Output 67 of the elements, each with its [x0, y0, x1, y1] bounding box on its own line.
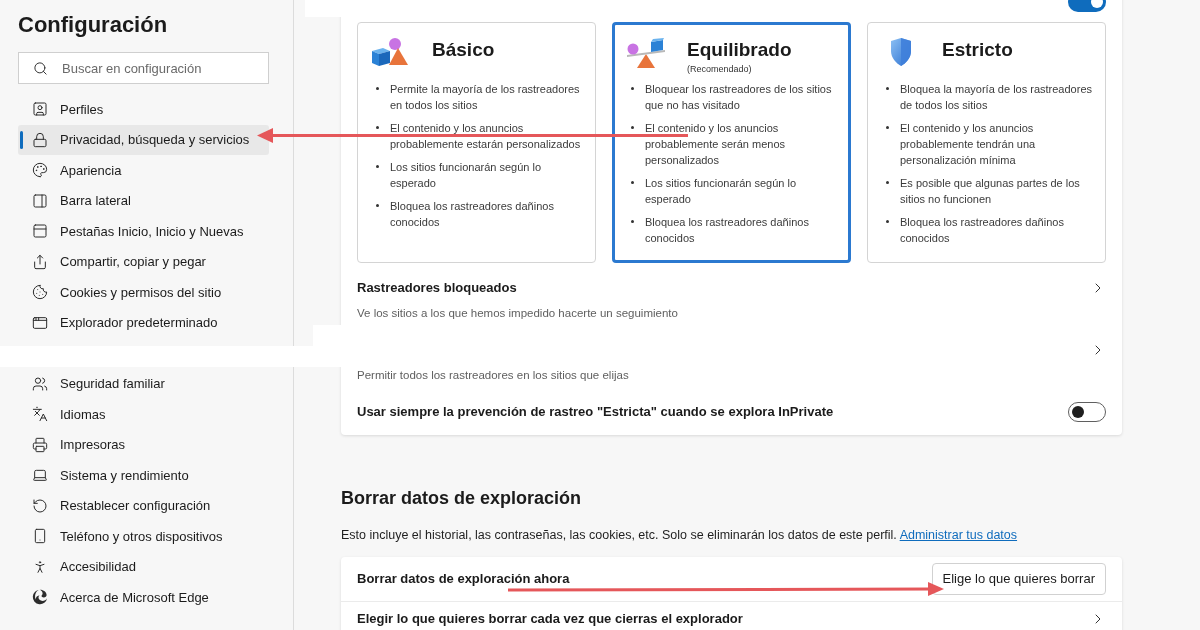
level-description: Bloquea la mayoría de los rastreadores de todos los sitios	[900, 82, 1093, 113]
level-title: Estricto	[942, 38, 1013, 62]
protection-level-card[interactable]	[612, 22, 851, 263]
people-icon	[32, 375, 48, 392]
phone-icon	[32, 528, 48, 545]
sidebar-item[interactable]: Acerca de Microsoft Edge	[18, 582, 269, 613]
page-title: Configuración	[18, 11, 169, 39]
lock-icon	[32, 131, 48, 148]
language-icon	[32, 406, 48, 423]
accessibility-icon	[32, 558, 48, 575]
setting-title: Borrar datos de exploración ahora	[357, 570, 570, 589]
search-icon	[33, 60, 48, 76]
level-description: Bloquea los rastreadores dañinos conocidos	[645, 215, 810, 246]
setting-title: Usar siempre la prevención de rastreo "Estricta" cuando se explora InPrivate	[357, 403, 834, 422]
level-description: El contenido y los anuncios probablemente serán menos personalizados	[645, 121, 787, 168]
profile-icon	[32, 101, 48, 118]
sidebar-item[interactable]: Seguridad familiar	[18, 368, 269, 399]
sidebar-item[interactable]: Idiomas	[18, 399, 269, 430]
search-field[interactable]: Buscar en configuración	[18, 52, 269, 84]
sidebar-item[interactable]: Cookies y permisos del sitio	[18, 277, 269, 308]
sidebar-item[interactable]: Compartir, copiar y pegar	[18, 246, 269, 277]
level-description: Bloquea los rastreadores dañinos conocidos	[390, 199, 555, 230]
printer-icon	[32, 436, 48, 453]
share-icon	[32, 253, 48, 270]
level-subtitle: (Recomendado)	[687, 63, 753, 75]
sidebar-item[interactable]: Impresoras	[18, 429, 269, 460]
level-description: Los sitios funcionarán según lo esperado	[390, 160, 543, 191]
window-icon	[32, 223, 48, 240]
shield-icon	[889, 37, 913, 67]
section-heading: Borrar datos de exploración	[341, 487, 583, 510]
sidebar-item[interactable]: Accesibilidad	[18, 551, 269, 582]
level-description: Bloquear los rastreadores de los sitios que no has visitado	[645, 82, 833, 113]
sidebar-item[interactable]: Restablecer configuración	[18, 490, 269, 521]
cookie-icon	[32, 284, 48, 301]
sidebar-panel-icon	[32, 192, 48, 209]
sidebar-item[interactable]: Privacidad, búsqueda y servicios	[18, 124, 269, 155]
palette-icon	[32, 162, 48, 179]
setting-title: Elegir lo que quieres borrar cada vez que cierras el explorador	[357, 610, 743, 628]
browser-window-icon	[32, 314, 48, 331]
level-description: El contenido y los anuncios probablemente estarán personalizados	[390, 121, 582, 152]
level-title: Equilibrado	[687, 38, 792, 62]
level-description: Bloquea los rastreadores dañinos conocidos	[900, 215, 1065, 246]
sidebar-item[interactable]: Sistema y rendimiento	[18, 460, 269, 491]
sidebar-item[interactable]: Barra lateral	[18, 185, 269, 216]
sidebar-item[interactable]: Explorador predeterminado	[18, 307, 269, 338]
level-description: Permite la mayoría de los rastreadores en todos los sitios	[390, 82, 581, 113]
level-description: Los sitios funcionarán según lo esperado	[645, 176, 798, 207]
choose-button[interactable]: Elige lo que quieres borrar	[931, 563, 1106, 595]
setting-title: Rastreadores bloqueados	[357, 279, 517, 298]
reset-icon	[32, 497, 48, 514]
sidebar-item[interactable]: Apariencia	[18, 155, 269, 186]
toggle-switch[interactable]	[1068, 402, 1106, 422]
sidebar-item[interactable]: Pestañas Inicio, Inicio y Nuevas	[18, 216, 269, 247]
laptop-icon	[32, 467, 48, 484]
level-description: El contenido y los anuncios probablemente tendrán una personalización mínima	[900, 121, 1037, 168]
setting-description: Ve los sitios a los que hemos impedido hacerte un seguimiento	[357, 306, 679, 321]
manage-data-link[interactable]: Administrar tus datos	[899, 528, 1018, 542]
level-title: Básico	[432, 38, 495, 62]
sidebar-item[interactable]: Perfiles	[18, 94, 269, 125]
balance-icon	[625, 37, 667, 69]
setting-description: Permitir todos los rastreadores en los sitios que elijas	[357, 368, 630, 383]
level-description: Es posible que algunas partes de los sitios no funcionen	[900, 176, 1081, 207]
sidebar-item[interactable]: Teléfono y otros dispositivos	[18, 521, 269, 552]
section-description: Esto incluye el historial, las contraseñas, las cookies, etc. Solo se eliminarán los datos de este perfil. Administrar tus datos	[341, 527, 1019, 544]
swirl-logo-icon	[32, 589, 48, 606]
selection-marker-icon	[20, 130, 23, 149]
shapes-icon	[371, 37, 411, 67]
